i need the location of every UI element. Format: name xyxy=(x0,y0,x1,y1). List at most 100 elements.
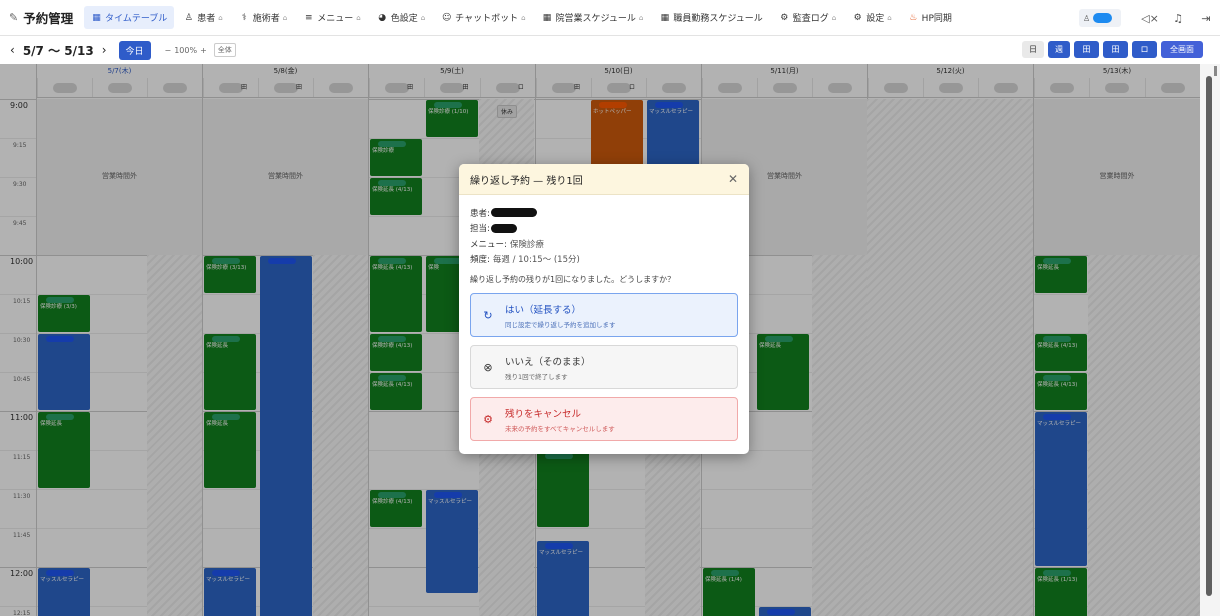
user-icon: ♙ xyxy=(1083,13,1091,23)
lock-icon: ⌂ xyxy=(420,13,426,22)
date-range: 5/7 〜 5/13 xyxy=(22,43,94,58)
menu-value: 保険診療 xyxy=(509,239,544,250)
cancel-rest-option-button[interactable]: ⚙ 残りをキャンセル 未来の予約をすべてキャンセルします xyxy=(470,397,738,441)
staff-row: 担当: xyxy=(470,221,738,237)
scrollbar-thumb[interactable] xyxy=(1206,76,1212,596)
calendar-toolbar: ‹ 5/7 〜 5/13 › 今日 − 100% + 全体 日 週 田 田 ロ … xyxy=(0,36,1220,64)
avatar xyxy=(1093,13,1113,23)
next-week-button[interactable]: › xyxy=(98,43,111,57)
app-root: ✎ 予約管理 ▦ タイムテーブル ♙ 患者 ⌂ ⚕ 施術者 ⌂ ≡ メニュー ⌂ ◕ 色設定 ⌂ ☺ チャット… xyxy=(0,0,1220,616)
menu-row: メニュー: 保険診療 xyxy=(470,236,738,252)
x-circle-icon: ⊗ xyxy=(483,360,493,374)
staff-name-redacted xyxy=(490,223,517,233)
layout-single-button[interactable]: ロ xyxy=(1132,41,1157,58)
view-switcher: 日 週 田 田 ロ 全画面 xyxy=(1022,41,1203,58)
layout-grid-button[interactable]: 田 xyxy=(1074,41,1099,58)
lock-icon: ⌂ xyxy=(887,13,892,22)
gear-icon: ⚙ xyxy=(483,412,493,426)
nav-item-3[interactable]: ≡ メニュー ⌂ xyxy=(296,6,367,29)
lock-icon: ⌂ xyxy=(521,13,526,22)
nav-item-label: 色設定 xyxy=(390,14,418,24)
keep-option-sub: 残り1回で終了します xyxy=(505,372,568,381)
zoom-out-button[interactable]: − xyxy=(165,46,172,55)
lock-icon: ⌂ xyxy=(831,13,837,22)
nav-item-label: 職員勤務スケジュール xyxy=(673,14,763,24)
calendar-icon: ▦ xyxy=(660,12,670,23)
brand: ✎ 予約管理 xyxy=(0,8,84,27)
patient-label: 患者: xyxy=(470,208,490,219)
extend-option-title: はい（延長する） xyxy=(505,304,582,316)
fullscreen-button[interactable]: 全画面 xyxy=(1161,41,1203,58)
lock-icon: ⌂ xyxy=(356,13,361,22)
cancel-option-sub: 未来の予約をすべてキャンセルします xyxy=(505,424,615,433)
view-week-button[interactable]: 週 xyxy=(1048,41,1070,58)
flame-icon: ♨ xyxy=(909,12,918,23)
nav-item-10[interactable]: ♨ HP同期 xyxy=(901,6,959,29)
bot-icon: ☺ xyxy=(441,12,452,23)
nav-item-6[interactable]: ▦ 院営業スケジュール ⌂ xyxy=(535,6,651,29)
lock-icon: ⌂ xyxy=(282,13,288,22)
calendar-icon: ▦ xyxy=(542,12,552,23)
patient-row: 患者: xyxy=(470,205,738,221)
dialog-question: 繰り返し予約の残りが1回になりました。どうしますか？ xyxy=(470,275,676,284)
nav-item-label: 監査ログ xyxy=(792,14,829,24)
nav-item-9[interactable]: ⚙ 設定 ⌂ xyxy=(845,6,898,29)
nav-item-label: チャットボット xyxy=(455,14,519,24)
menu-list-icon: ≡ xyxy=(304,12,313,23)
text-cursor xyxy=(1214,66,1217,76)
nav-item-2[interactable]: ⚕ 施術者 ⌂ xyxy=(232,6,294,29)
nav-item-4[interactable]: ◕ 色設定 ⌂ xyxy=(370,6,432,29)
nav-item-1[interactable]: ♙ 患者 ⌂ xyxy=(176,6,229,29)
mute-icon[interactable]: ◁× xyxy=(1136,12,1164,25)
pencil-icon: ✎ xyxy=(9,11,19,24)
nav-item-7[interactable]: ▦ 職員勤務スケジュール xyxy=(652,6,769,29)
layout-grid2-button[interactable]: 田 xyxy=(1103,41,1128,58)
recurring-dialog: 繰り返し予約 — 残り1回 ✕ 患者: 担当: メニュー: 保険診療 頻度: 毎… xyxy=(459,164,749,454)
nav-item-0[interactable]: ▦ タイムテーブル xyxy=(84,6,175,29)
person-icon: ♙ xyxy=(184,12,193,23)
nav-item-label: 患者 xyxy=(197,14,216,24)
vertical-scrollbar[interactable] xyxy=(1200,64,1220,616)
today-button[interactable]: 今日 xyxy=(118,40,151,60)
zoom-controls: − 100% + 全体 xyxy=(165,43,236,57)
app-title: 予約管理 xyxy=(23,11,74,26)
extend-option-sub: 同じ設定で繰り返し予約を追加します xyxy=(505,320,616,329)
patient-name-redacted xyxy=(490,208,537,218)
dialog-body: 患者: 担当: メニュー: 保険診療 頻度: 毎週 / 10:15〜 (15分)… xyxy=(459,195,749,441)
view-day-button[interactable]: 日 xyxy=(1022,41,1044,58)
zoom-in-button[interactable]: + xyxy=(200,46,207,55)
top-nav: ✎ 予約管理 ▦ タイムテーブル ♙ 患者 ⌂ ⚕ 施術者 ⌂ ≡ メニュー ⌂ ◕ 色設定 ⌂ ☺ チャット… xyxy=(0,0,1220,36)
palette-icon: ◕ xyxy=(378,12,387,23)
zoom-level: 100% xyxy=(174,45,198,55)
keep-option-button[interactable]: ⊗ いいえ（そのまま） 残り1回で終了します xyxy=(470,345,738,389)
gear-icon: ⚙ xyxy=(853,12,862,23)
lock-icon: ⌂ xyxy=(638,13,644,22)
nav-item-label: 設定 xyxy=(866,14,885,24)
logout-icon[interactable]: ⇥ xyxy=(1192,12,1220,25)
zoom-fit-button[interactable]: 全体 xyxy=(213,43,236,57)
extend-option-button[interactable]: ↻ はい（延長する） 同じ設定で繰り返し予約を追加します xyxy=(470,293,738,337)
bell-icon[interactable]: ♫ xyxy=(1164,12,1192,25)
dialog-header: 繰り返し予約 — 残り1回 ✕ xyxy=(459,164,749,195)
cancel-option-title: 残りをキャンセル xyxy=(505,408,582,420)
nav-item-label: HP同期 xyxy=(921,14,952,24)
gear-icon: ⚙ xyxy=(780,12,789,23)
close-icon[interactable]: ✕ xyxy=(728,172,738,186)
dialog-title: 繰り返し予約 — 残り1回 xyxy=(470,175,583,187)
frequency-value: 毎週 / 10:15〜 (15分) xyxy=(492,255,580,266)
prev-week-button[interactable]: ‹ xyxy=(6,43,19,57)
nav-item-label: 施術者 xyxy=(252,14,280,24)
nav-item-8[interactable]: ⚙ 監査ログ ⌂ xyxy=(772,6,843,29)
nav-item-5[interactable]: ☺ チャットボット ⌂ xyxy=(434,6,532,29)
menu-label: メニュー: xyxy=(470,239,507,250)
stethoscope-icon: ⚕ xyxy=(241,12,247,23)
nav-item-label: 院営業スケジュール xyxy=(555,14,636,24)
user-menu[interactable]: ♙ xyxy=(1079,9,1121,27)
refresh-icon: ↻ xyxy=(483,308,493,322)
nav-right: ♙ ◁× ♫ ⇥ xyxy=(1079,0,1220,36)
nav-item-label: メニュー xyxy=(317,14,354,24)
keep-option-title: いいえ（そのまま） xyxy=(505,356,591,368)
staff-label: 担当: xyxy=(470,224,490,235)
frequency-label: 頻度: xyxy=(470,255,490,266)
nav-items: ▦ タイムテーブル ♙ 患者 ⌂ ⚕ 施術者 ⌂ ≡ メニュー ⌂ ◕ 色設定 ⌂ ☺ チャットボット ⌂ ▦ 院営… xyxy=(84,6,959,29)
